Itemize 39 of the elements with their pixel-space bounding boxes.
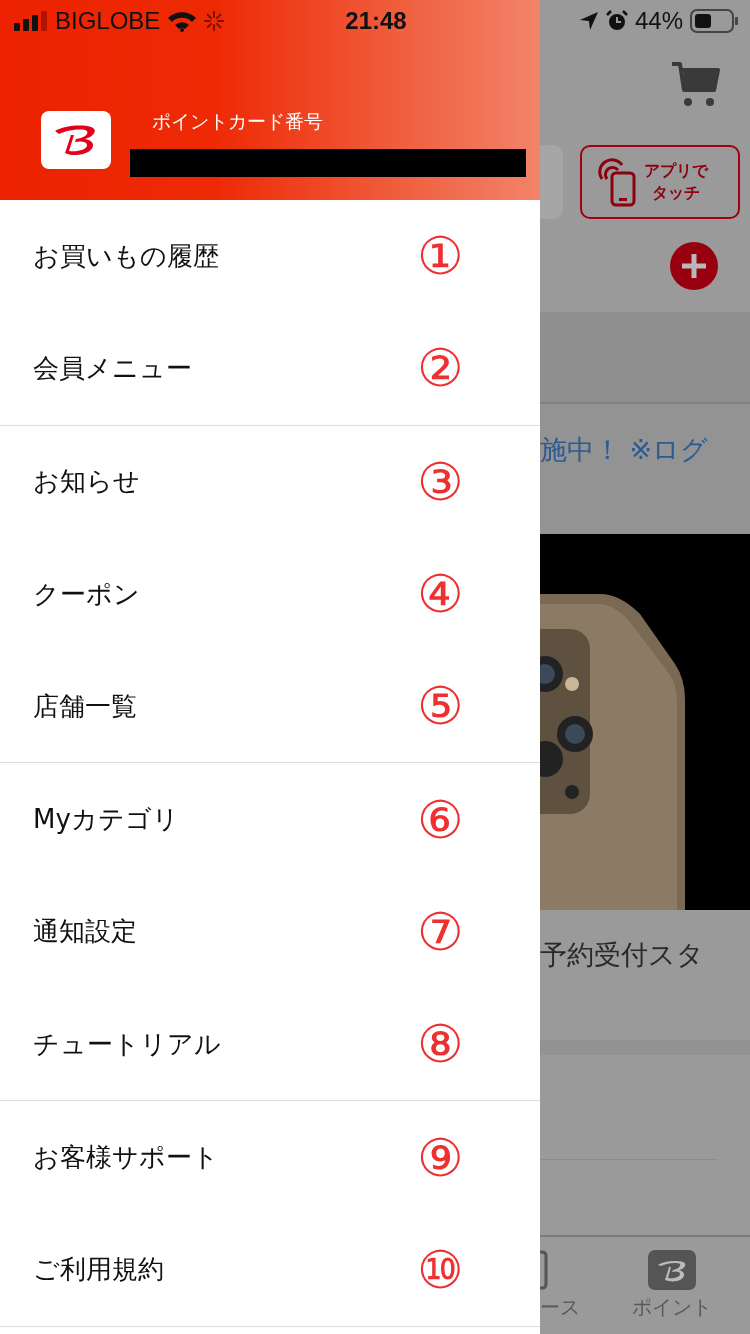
signal-icon	[14, 11, 48, 31]
card-number-label: ポイントカード番号	[151, 109, 324, 134]
tab-icon	[540, 1250, 548, 1290]
search-field[interactable]	[540, 145, 563, 219]
add-icon[interactable]	[670, 241, 718, 290]
number-marker: ①	[417, 230, 464, 283]
menu-item[interactable]: お買いもの履歴 ①	[0, 200, 540, 313]
loading-icon	[204, 11, 225, 31]
number-marker: ⑧	[417, 1018, 464, 1071]
number-marker: ⑤	[417, 680, 464, 733]
number-marker: ②	[417, 342, 464, 395]
news-text[interactable]: 予約受付スタ	[540, 937, 704, 1040]
number-marker: ⑥	[417, 793, 464, 846]
app-touch-button[interactable]: アプリで タッチ	[580, 145, 740, 219]
wifi-icon	[167, 10, 198, 32]
menu-item[interactable]: Myカテゴリ ⑥	[0, 763, 540, 876]
clock-time: 21:48	[345, 7, 407, 35]
menu-item[interactable]: 通知設定 ⑦	[0, 875, 540, 989]
menu-item[interactable]: 会員メニュー ②	[0, 312, 540, 425]
battery-percent: 44%	[634, 7, 683, 35]
logo-icon	[648, 1250, 696, 1290]
menu-item[interactable]: 店舗一覧 ⑤	[0, 650, 540, 763]
number-marker: ④	[417, 568, 464, 621]
cart-icon[interactable]	[670, 60, 720, 108]
menu-item[interactable]: ご利用規約 ⑩	[0, 1213, 540, 1326]
phone-tap-icon	[598, 157, 638, 207]
number-marker: ③	[417, 455, 464, 508]
number-marker: ⑦	[417, 905, 464, 958]
menu-item[interactable]: クーポン ④	[0, 537, 540, 651]
number-marker: ⑩	[417, 1243, 464, 1296]
carrier-name: BIGLOBE	[55, 7, 161, 35]
menu-item[interactable]: お客様サポート ⑨	[0, 1101, 540, 1214]
logo-icon	[41, 111, 111, 169]
battery-icon	[690, 9, 738, 33]
number-marker: ⑨	[417, 1131, 464, 1184]
location-icon	[578, 11, 599, 31]
menu-item[interactable]: お知らせ ③	[0, 425, 540, 538]
menu-item[interactable]: チュートリアル ⑧	[0, 988, 540, 1101]
alarm-icon	[605, 10, 628, 32]
